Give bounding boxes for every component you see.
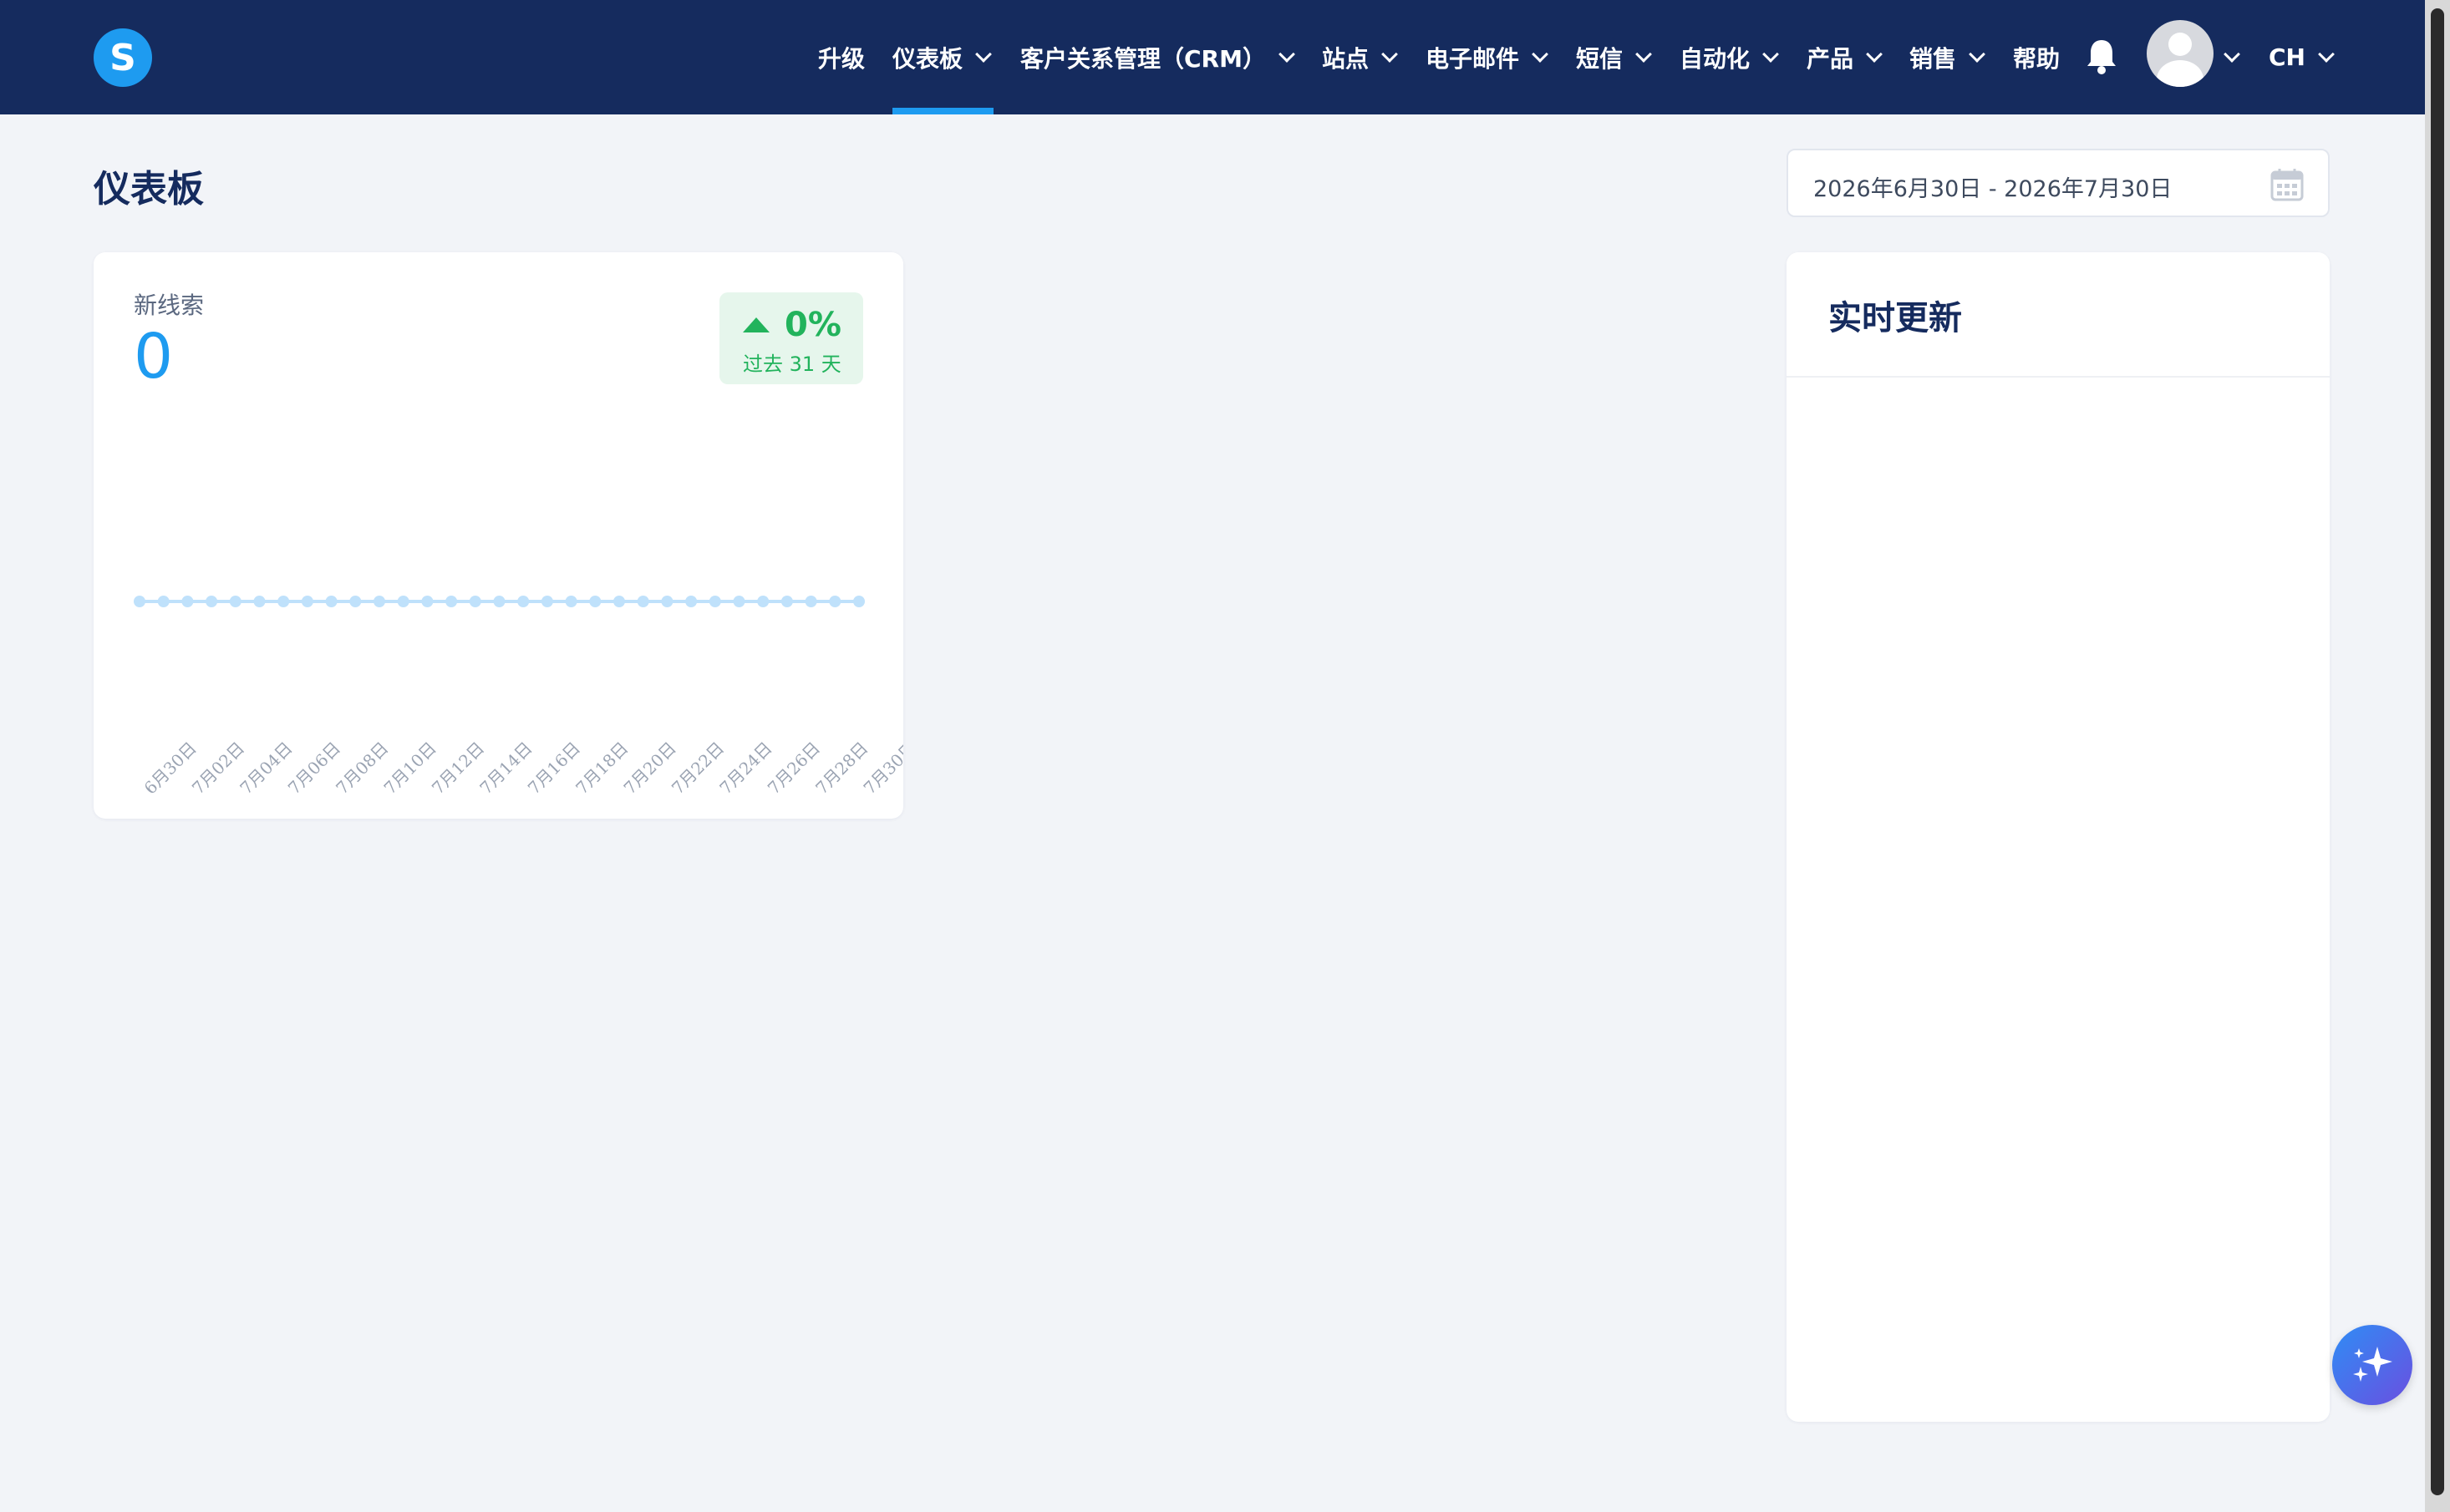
nav-automation-label: 自动化 <box>1680 44 1751 73</box>
nav-sites-label: 站点 <box>1322 44 1370 73</box>
data-point[interactable] <box>613 596 625 607</box>
nav-sites[interactable]: 站点 <box>1322 0 1398 114</box>
x-tick-label: 7月24日 <box>715 738 775 798</box>
data-point[interactable] <box>445 596 458 607</box>
main-nav: 升级 仪表板 客户关系管理（CRM） 站点 电子邮件 短信 自动化 产品 销售 … <box>0 0 2425 114</box>
nav-products-label: 产品 <box>1807 44 1854 73</box>
data-point[interactable] <box>374 596 385 607</box>
data-point[interactable] <box>277 596 290 607</box>
bell-icon[interactable] <box>2085 37 2118 75</box>
x-tick-label: 7月20日 <box>620 738 680 798</box>
nav-sales-label: 销售 <box>1909 44 1957 73</box>
live-updates-title: 实时更新 <box>1828 299 1962 337</box>
nav-dashboard[interactable]: 仪表板 <box>892 0 992 114</box>
x-tick-label: 7月18日 <box>572 738 632 798</box>
nav-help[interactable]: 帮助 <box>2013 0 2060 114</box>
avatar-body-shape <box>2157 60 2203 87</box>
data-point[interactable] <box>181 596 194 607</box>
data-point[interactable] <box>709 596 721 607</box>
x-tick-label: 7月14日 <box>475 738 536 798</box>
chevron-down-icon <box>1866 45 1883 63</box>
date-range-picker[interactable]: 2026年6月30日 - 2026年7月30日 <box>1787 149 2330 217</box>
x-tick-label: 7月06日 <box>284 738 344 798</box>
x-tick-label: 7月04日 <box>236 738 296 798</box>
nav-automation[interactable]: 自动化 <box>1680 0 1779 114</box>
data-point[interactable] <box>685 596 698 607</box>
data-point[interactable] <box>565 596 577 607</box>
data-point[interactable] <box>253 596 266 607</box>
x-tick-label: 7月08日 <box>332 738 392 798</box>
page-scrollbar[interactable] <box>2425 0 2450 1512</box>
chevron-down-icon <box>1969 45 1985 63</box>
sparkle-icon <box>2353 1347 2392 1382</box>
x-tick-label: 7月22日 <box>668 738 728 798</box>
language-selector[interactable]: CH <box>2269 0 2335 114</box>
chevron-down-icon <box>2224 45 2240 63</box>
nav-sms-label: 短信 <box>1576 44 1624 73</box>
chevron-down-icon <box>2318 45 2335 63</box>
live-updates-panel: 实时更新 <box>1787 252 2330 1422</box>
nav-sms[interactable]: 短信 <box>1576 0 1652 114</box>
chevron-down-icon <box>1278 45 1295 63</box>
data-point[interactable] <box>829 596 841 607</box>
nav-help-label: 帮助 <box>2013 44 2061 73</box>
data-point[interactable] <box>493 596 506 607</box>
data-point[interactable] <box>541 596 553 607</box>
data-point[interactable] <box>301 596 313 607</box>
nav-sales[interactable]: 销售 <box>1909 0 1985 114</box>
data-point[interactable] <box>517 596 530 607</box>
data-point[interactable] <box>661 596 673 607</box>
leads-line-chart: 6月30日7月02日7月04日7月06日7月08日7月10日7月12日7月14日… <box>134 596 903 799</box>
active-tab-indicator <box>892 108 994 114</box>
avatar-head-shape <box>2168 33 2192 56</box>
date-range-value: 2026年6月30日 - 2026年7月30日 <box>1813 176 2173 202</box>
chevron-down-icon <box>1532 45 1548 63</box>
calendar-icon[interactable] <box>2270 167 2305 202</box>
x-tick-label: 7月16日 <box>524 738 584 798</box>
x-tick-label: 7月26日 <box>764 738 824 798</box>
data-point[interactable] <box>157 596 170 607</box>
top-navbar: S 升级 仪表板 客户关系管理（CRM） 站点 电子邮件 短信 自动化 产品 销… <box>0 0 2425 114</box>
data-point[interactable] <box>421 596 434 607</box>
data-point[interactable] <box>637 596 649 607</box>
nav-email-label: 电子邮件 <box>1426 44 1520 73</box>
data-point[interactable] <box>780 596 793 607</box>
page-title: 仪表板 <box>94 168 204 211</box>
chevron-down-icon <box>1381 45 1398 63</box>
nav-dashboard-label: 仪表板 <box>892 44 963 73</box>
nav-crm-label: 客户关系管理（CRM） <box>1020 44 1266 73</box>
chevron-down-icon <box>975 45 992 63</box>
nav-email[interactable]: 电子邮件 <box>1426 0 1548 114</box>
nav-upgrade-label: 升级 <box>818 44 866 73</box>
data-point[interactable] <box>325 596 338 607</box>
data-point[interactable] <box>805 596 817 607</box>
nav-upgrade[interactable]: 升级 <box>818 0 865 114</box>
data-point[interactable] <box>589 596 602 607</box>
new-leads-card: 新线索 0 0% 过去 31 天 6月30日 7月02日 7月04日 7月06日 7月0… <box>94 252 903 819</box>
avatar-menu-toggle[interactable] <box>2224 0 2240 114</box>
x-tick-label: 7月28日 <box>811 738 872 798</box>
x-tick-label: 6月30日 <box>140 738 201 798</box>
nav-products[interactable]: 产品 <box>1807 0 1883 114</box>
language-label: CH <box>2269 43 2305 71</box>
nav-crm[interactable]: 客户关系管理（CRM） <box>1020 0 1295 114</box>
chevron-down-icon <box>1635 45 1652 63</box>
data-point[interactable] <box>229 596 241 607</box>
chevron-down-icon <box>1762 45 1779 63</box>
x-tick-label: 7月10日 <box>380 738 440 798</box>
ai-assistant-button[interactable] <box>2332 1325 2412 1405</box>
x-tick-label: 7月12日 <box>428 738 488 798</box>
data-point[interactable] <box>134 596 145 607</box>
scrollbar-thumb[interactable] <box>2431 8 2444 1495</box>
data-point[interactable] <box>469 596 481 607</box>
data-point[interactable] <box>757 596 770 607</box>
x-tick-label: 7月02日 <box>188 738 248 798</box>
data-point[interactable] <box>853 596 865 607</box>
data-point[interactable] <box>397 596 409 607</box>
data-point[interactable] <box>733 596 745 607</box>
data-point[interactable] <box>349 596 362 607</box>
data-point[interactable] <box>206 596 218 607</box>
divider <box>1787 376 2330 378</box>
user-avatar[interactable] <box>2147 20 2214 87</box>
